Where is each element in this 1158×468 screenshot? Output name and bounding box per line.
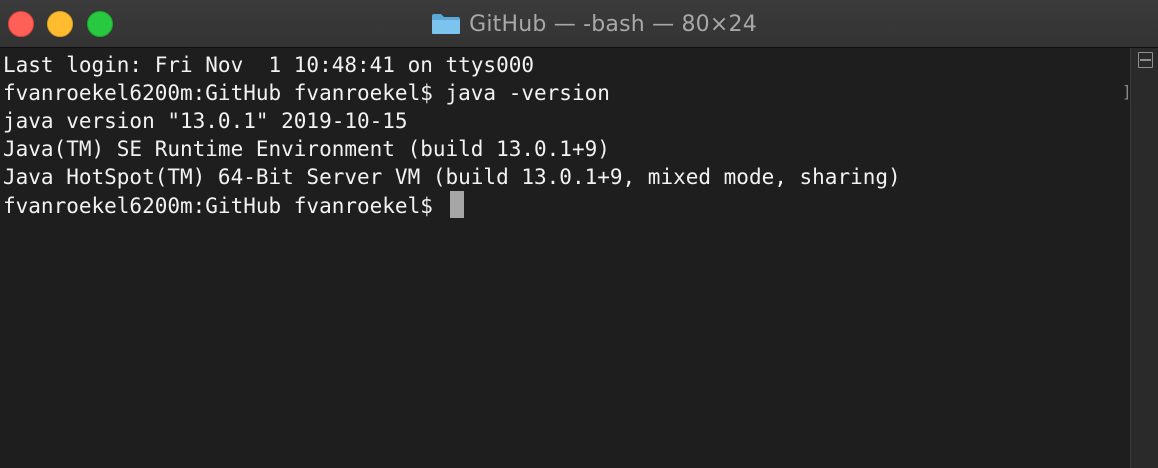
prompt-text: fvanroekel6200m:GitHub fvanroekel$ — [3, 194, 446, 218]
window-title-group: GitHub — -bash — 80×24 — [0, 0, 1158, 48]
text-cursor — [449, 191, 464, 218]
terminal-line: Java(TM) SE Runtime Environment (build 1… — [3, 137, 610, 161]
terminal-line: java version "13.0.1" 2019-10-15 — [3, 109, 408, 133]
title-bar[interactable]: GitHub — -bash — 80×24 — [0, 0, 1158, 48]
terminal-output[interactable]: Last login: Fri Nov 1 10:48:41 on ttys00… — [0, 48, 1130, 468]
terminal-line: Last login: Fri Nov 1 10:48:41 on ttys00… — [3, 53, 535, 77]
folder-icon — [432, 14, 461, 34]
scrollbar[interactable] — [1130, 48, 1158, 468]
terminal-line: fvanroekel6200m:GitHub fvanroekel$ java … — [3, 81, 610, 105]
terminal-line: Java HotSpot(TM) 64-Bit Server VM (build… — [3, 165, 901, 189]
window-title: GitHub — -bash — 80×24 — [469, 11, 757, 37]
prompt-line[interactable]: fvanroekel6200m:GitHub fvanroekel$ — [3, 191, 1130, 219]
terminal-window: GitHub — -bash — 80×24 Last login: Fri N… — [0, 0, 1158, 468]
split-pane-icon[interactable] — [1138, 52, 1153, 68]
